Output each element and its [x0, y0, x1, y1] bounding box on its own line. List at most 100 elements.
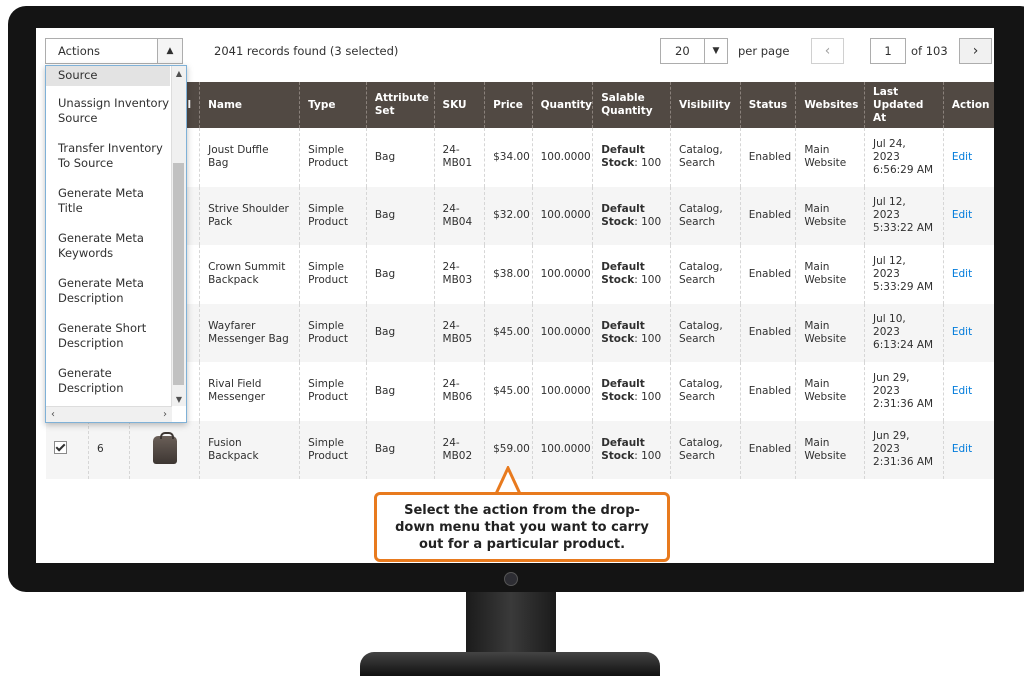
page-number-input[interactable]: 1 — [870, 38, 906, 64]
row-last-updated: Jun 29, 2023 2:31:36 AM — [864, 362, 944, 421]
records-count: 2041 records found (3 selected) — [214, 44, 399, 58]
table-row[interactable]: Strive Shoulder Pack Simple Product Bag 24-… — [46, 186, 994, 245]
col-type[interactable]: Type — [299, 82, 367, 128]
row-attribute-set: Bag — [365, 128, 435, 187]
menu-item-unassign-inventory-source[interactable]: Unassign Inventory Source — [46, 96, 170, 126]
row-salable-quantity: Default Stock: 100 — [592, 186, 671, 245]
row-price: $45.00 — [484, 303, 533, 362]
col-salable-quantity[interactable]: Salable Quantity — [592, 82, 671, 128]
table-row[interactable]: Wayfarer Messenger Bag Simple Product Bag 2… — [46, 303, 994, 362]
actions-select[interactable]: Actions ▲ — [45, 38, 183, 64]
table-row[interactable]: Rival Field Messenger Simple Product Bag 24… — [46, 362, 994, 421]
row-type: Simple Product — [299, 362, 367, 421]
actions-select-label: Actions — [58, 44, 101, 58]
row-name: Fusion Backpack — [199, 420, 300, 479]
col-last-updated[interactable]: Last Updated At — [864, 82, 944, 128]
row-status: Enabled — [739, 245, 796, 304]
menu-horizontal-scrollbar[interactable]: ‹ › — [46, 406, 172, 422]
caret-up-icon[interactable]: ▲ — [157, 39, 182, 63]
row-attribute-set: Bag — [365, 245, 435, 304]
row-edit-link[interactable]: Edit — [942, 420, 994, 479]
row-sku: 24-MB01 — [433, 128, 485, 187]
actions-menu-list: Source Unassign Inventory Source Transfe… — [46, 66, 170, 396]
row-edit-link[interactable]: Edit — [942, 128, 994, 187]
row-sku: 24-MB03 — [433, 245, 485, 304]
monitor-stand-base — [360, 652, 660, 676]
row-last-updated: Jul 12, 2023 5:33:22 AM — [864, 186, 944, 245]
row-status: Enabled — [739, 128, 796, 187]
row-last-updated: Jul 10, 2023 6:13:24 AM — [864, 303, 944, 362]
row-websites: Main Website — [795, 420, 865, 479]
row-name: Strive Shoulder Pack — [199, 186, 300, 245]
menu-item-transfer-inventory[interactable]: Transfer Inventory To Source — [46, 141, 170, 171]
caret-down-icon[interactable]: ▼ — [704, 39, 727, 63]
menu-item-generate-meta-title[interactable]: Generate Meta Title — [46, 186, 170, 216]
row-quantity: 100.0000 — [531, 245, 593, 304]
row-salable-quantity: Default Stock: 100 — [592, 245, 671, 304]
row-visibility: Catalog, Search — [670, 245, 741, 304]
scroll-down-icon[interactable]: ▼ — [172, 392, 186, 406]
menu-item-source[interactable]: Source — [46, 66, 170, 86]
col-attribute-set[interactable]: Attribute Set — [365, 82, 435, 128]
row-edit-link[interactable]: Edit — [942, 362, 994, 421]
row-sku: 24-MB06 — [433, 362, 485, 421]
scroll-up-icon[interactable]: ▲ — [172, 66, 186, 80]
salable-stock-value: : 100 — [634, 157, 662, 170]
next-page-button[interactable]: › — [959, 38, 992, 64]
row-attribute-set: Bag — [365, 362, 435, 421]
chevron-right-icon: › — [972, 43, 979, 59]
menu-scroll-thumb[interactable] — [173, 163, 184, 385]
menu-item-generate-meta-keywords[interactable]: Generate Meta Keywords — [46, 231, 170, 261]
row-thumbnail[interactable] — [129, 420, 200, 479]
col-price[interactable]: Price — [484, 82, 533, 128]
col-websites[interactable]: Websites — [795, 82, 865, 128]
row-visibility: Catalog, Search — [670, 303, 741, 362]
menu-vertical-scrollbar[interactable]: ▲ ▼ — [171, 66, 186, 406]
salable-stock-value: : 100 — [634, 274, 662, 287]
row-websites: Main Website — [795, 245, 865, 304]
row-visibility: Catalog, Search — [670, 420, 741, 479]
row-price: $45.00 — [484, 362, 533, 421]
col-visibility[interactable]: Visibility — [670, 82, 741, 128]
row-edit-link[interactable]: Edit — [942, 245, 994, 304]
col-status[interactable]: Status — [739, 82, 796, 128]
col-quantity[interactable]: Quantity — [531, 82, 593, 128]
row-status: Enabled — [739, 303, 796, 362]
row-edit-link[interactable]: Edit — [942, 186, 994, 245]
row-checkbox[interactable] — [54, 441, 67, 455]
row-websites: Main Website — [795, 303, 865, 362]
row-visibility: Catalog, Search — [670, 128, 741, 187]
monitor-stand-neck — [466, 592, 556, 654]
scroll-right-icon[interactable]: › — [158, 407, 172, 422]
row-name: Rival Field Messenger — [199, 362, 300, 421]
table-row[interactable]: Joust Duffle Bag Simple Product Bag 24-MB01… — [46, 128, 994, 187]
row-price: $38.00 — [484, 245, 533, 304]
table-row[interactable]: Crown Summit Backpack Simple Product Bag 24… — [46, 245, 994, 304]
callout-text: Select the action from the drop-down men… — [395, 502, 649, 552]
col-sku[interactable]: SKU — [433, 82, 485, 128]
row-visibility: Catalog, Search — [670, 362, 741, 421]
row-checkbox-cell[interactable] — [46, 421, 88, 480]
salable-stock-value: : 100 — [634, 391, 662, 404]
row-price: $34.00 — [484, 128, 533, 187]
per-page-select[interactable]: 20 ▼ — [660, 38, 728, 64]
row-sku: 24-MB04 — [433, 186, 485, 245]
scroll-left-icon[interactable]: ‹ — [46, 407, 60, 422]
row-type: Simple Product — [299, 186, 367, 245]
row-id: 6 — [87, 420, 130, 479]
previous-page-button[interactable]: ‹ — [811, 38, 844, 64]
menu-item-generate-description[interactable]: Generate Description — [46, 366, 170, 396]
products-grid: il Name Type Attribute Set SKU Price Qua… — [46, 82, 994, 479]
row-sku: 24-MB02 — [433, 420, 485, 479]
row-edit-link[interactable]: Edit — [942, 303, 994, 362]
row-attribute-set: Bag — [365, 420, 435, 479]
product-thumbnail[interactable] — [152, 431, 177, 464]
row-last-updated: Jul 24, 2023 6:56:29 AM — [864, 128, 944, 187]
menu-item-generate-meta-description[interactable]: Generate Meta Description — [46, 276, 170, 306]
col-name[interactable]: Name — [199, 82, 300, 128]
chevron-left-icon: ‹ — [824, 43, 831, 59]
menu-item-generate-short-description[interactable]: Generate Short Description — [46, 321, 170, 351]
row-attribute-set: Bag — [365, 186, 435, 245]
salable-stock-value: : 100 — [634, 215, 662, 228]
row-salable-quantity: Default Stock: 100 — [592, 362, 671, 421]
